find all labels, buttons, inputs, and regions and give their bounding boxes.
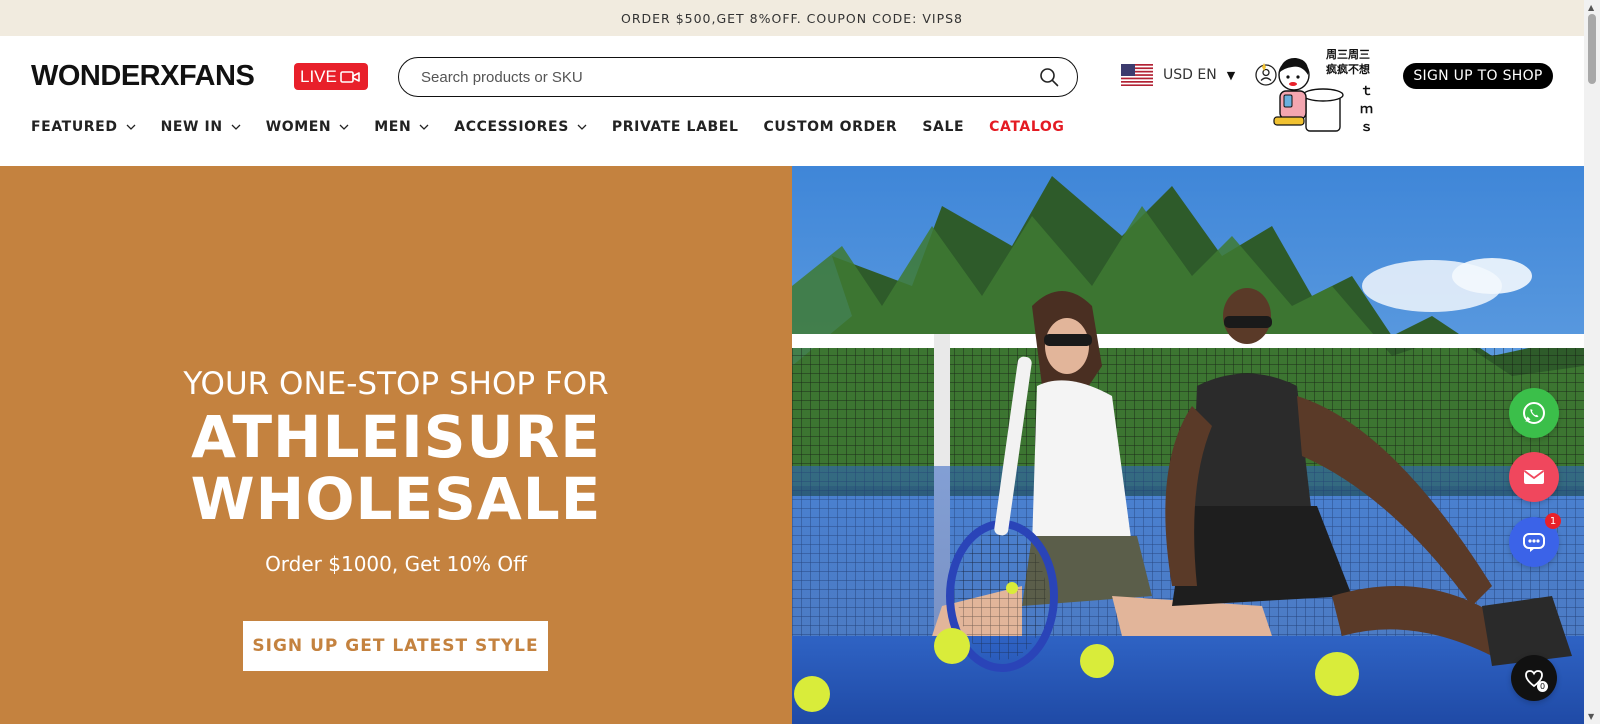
- nav-item-men[interactable]: MEN: [374, 119, 429, 135]
- page: ORDER $500,GET 8%OFF. COUPON CODE: VIPS8…: [0, 0, 1600, 724]
- nav-item-label: NEW IN: [160, 119, 223, 135]
- currency-label: USD EN: [1163, 67, 1217, 83]
- currency-selector[interactable]: USD EN ▼: [1121, 64, 1235, 86]
- main-nav: FEATURED NEW IN WOMEN MEN ACCESSIORES PR…: [31, 119, 1089, 135]
- us-flag-icon: [1121, 64, 1153, 86]
- nav-item-label: PRIVATE LABEL: [611, 119, 739, 135]
- video-camera-icon: [340, 70, 360, 83]
- hero-banner: YOUR ONE-STOP SHOP FOR ATHLEISURE WHOLES…: [0, 166, 1584, 724]
- email-button[interactable]: [1509, 452, 1559, 502]
- search-input[interactable]: [421, 68, 1039, 86]
- search-icon[interactable]: [1039, 67, 1059, 87]
- hero-photo[interactable]: [792, 166, 1584, 724]
- email-icon: [1523, 470, 1545, 484]
- nav-item-custom-order[interactable]: CUSTOM ORDER: [763, 119, 897, 135]
- sticker-line-3: ｔ: [1360, 84, 1373, 99]
- nav-item-label: CATALOG: [989, 119, 1065, 135]
- nav-item-accessories[interactable]: ACCESSIORES: [454, 119, 587, 135]
- nav-item-label: FEATURED: [31, 119, 118, 135]
- chevron-down-icon: [231, 124, 241, 130]
- hero-kicker: YOUR ONE-STOP SHOP FOR: [183, 366, 609, 402]
- sign-up-latest-style-button[interactable]: SIGN UP GET LATEST STYLE: [243, 621, 548, 671]
- wishlist-count: 0: [1537, 681, 1548, 692]
- nav-item-label: WOMEN: [265, 119, 332, 135]
- announcement-text: ORDER $500,GET 8%OFF. COUPON CODE: VIPS8: [620, 10, 964, 26]
- sticker-line-4: ｍ: [1360, 102, 1373, 117]
- sticker-line-2: 疯疯不想: [1326, 62, 1370, 76]
- nav-item-featured[interactable]: FEATURED: [31, 119, 136, 135]
- chevron-down-icon: [126, 124, 136, 130]
- nav-item-catalog[interactable]: CATALOG: [989, 119, 1064, 135]
- logo[interactable]: WONDERXFANS: [31, 60, 255, 93]
- sign-up-to-shop-button[interactable]: SIGN UP TO SHOP: [1403, 63, 1553, 89]
- nav-item-women[interactable]: WOMEN: [266, 119, 350, 135]
- scroll-down-arrow-icon[interactable]: ▼: [1588, 712, 1594, 721]
- chevron-down-icon: [419, 124, 429, 130]
- nav-item-label: MEN: [374, 119, 412, 135]
- tennis-court-photo: [792, 166, 1584, 724]
- hero-title-line-2: WHOLESALE: [190, 465, 602, 533]
- nav-item-private-label[interactable]: PRIVATE LABEL: [612, 119, 739, 135]
- nav-item-new-in[interactable]: NEW IN: [161, 119, 241, 135]
- nav-item-sale[interactable]: SALE: [922, 119, 964, 135]
- sticker-line-1: 周三周三: [1326, 48, 1370, 61]
- chevron-down-icon: [339, 124, 349, 130]
- scroll-thumb[interactable]: [1588, 14, 1596, 84]
- hero-title: ATHLEISURE WHOLESALE: [0, 406, 792, 530]
- cartoon-sticker: 周三周三 疯疯不想 ｔ ｍ ｓ: [1262, 48, 1373, 135]
- wishlist-button[interactable]: 0: [1511, 655, 1557, 701]
- search-bar: [398, 57, 1078, 97]
- scrollbar[interactable]: ▲ ▼: [1584, 0, 1600, 724]
- hero-text-panel: YOUR ONE-STOP SHOP FOR ATHLEISURE WHOLES…: [0, 166, 792, 724]
- chat-icon: [1523, 533, 1545, 552]
- chevron-down-icon: [577, 124, 587, 130]
- whatsapp-button[interactable]: [1509, 388, 1559, 438]
- hero-title-line-1: ATHLEISURE: [191, 403, 601, 471]
- whatsapp-icon: [1523, 402, 1545, 424]
- chat-badge: 1: [1545, 513, 1561, 529]
- caret-down-icon: ▼: [1226, 68, 1236, 82]
- scroll-up-arrow-icon[interactable]: ▲: [1588, 3, 1594, 12]
- live-label: LIVE: [300, 66, 337, 86]
- announcement-bar[interactable]: ORDER $500,GET 8%OFF. COUPON CODE: VIPS8: [0, 0, 1584, 36]
- header: WONDERXFANS LIVE Search products or SKU …: [0, 36, 1584, 166]
- nav-item-label: SALE: [922, 119, 965, 135]
- nav-item-label: CUSTOM ORDER: [763, 119, 898, 135]
- sticker-line-5: ｓ: [1360, 120, 1373, 135]
- hero-subtitle: Order $1000, Get 10% Off: [265, 552, 527, 576]
- chat-button[interactable]: 1: [1509, 513, 1561, 567]
- nav-item-label: ACCESSIORES: [454, 119, 569, 135]
- live-button[interactable]: LIVE: [294, 63, 368, 90]
